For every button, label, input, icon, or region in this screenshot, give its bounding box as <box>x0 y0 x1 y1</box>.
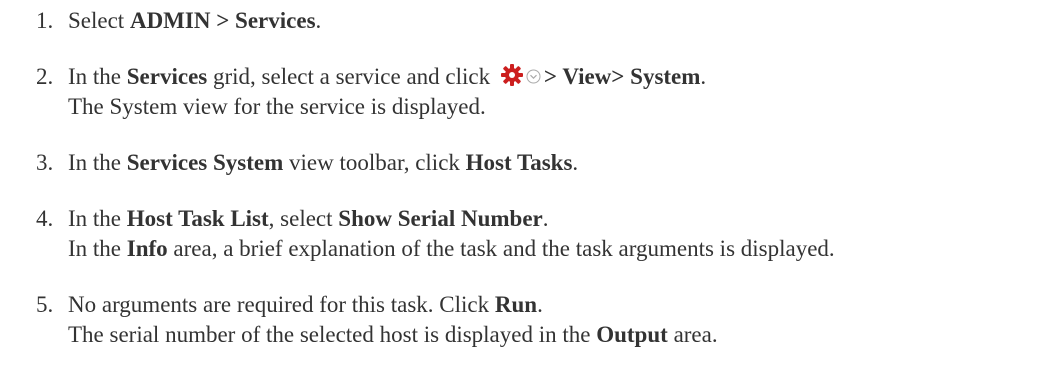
step-number: 2. <box>36 64 54 89</box>
procedure-steps: 1. Select ADMIN > Services. 2. In the Serv… <box>0 0 1049 366</box>
step-2: 2. In the Services grid, select a service… <box>36 62 706 122</box>
step-1: 1. Select ADMIN > Services. <box>36 6 321 36</box>
step-3-line-1: 3. In the Services System view toolbar, c… <box>36 148 578 178</box>
step-4-line-2: In the Info area, a brief explanation of… <box>68 236 835 261</box>
ui-term: Show Serial Number <box>338 206 543 231</box>
gear-icon <box>500 63 524 87</box>
ui-term: Host Task List <box>126 206 269 231</box>
ui-term: Info <box>126 236 168 261</box>
menu-path: > View> System <box>543 64 701 89</box>
ui-term: Run <box>494 292 538 317</box>
ui-term: Services System <box>126 150 284 175</box>
step-5-line-2: The serial number of the selected host i… <box>68 322 718 347</box>
step-3: 3. In the Services System view toolbar, c… <box>36 148 578 178</box>
step-4-line-1: 4. In the Host Task List, select Show Ser… <box>36 204 835 234</box>
step-2-line-1: 2. In the Services grid, select a service… <box>36 62 706 92</box>
step-number: 5. <box>36 292 54 317</box>
step-number: 1. <box>36 8 54 33</box>
ui-term: Host Tasks <box>465 150 573 175</box>
menu-path: ADMIN > Services <box>129 8 316 33</box>
step-number: 4. <box>36 206 54 231</box>
step-2-line-2: The System view for the service is displ… <box>68 94 486 119</box>
step-number: 3. <box>36 150 54 175</box>
chevron-down-circle-icon <box>526 62 541 84</box>
step-5: 5. No arguments are required for this tas… <box>36 290 718 350</box>
step-5-line-1: 5. No arguments are required for this tas… <box>36 290 718 320</box>
step-1-line-1: 1. Select ADMIN > Services. <box>36 6 321 36</box>
ui-term: Output <box>596 322 668 347</box>
step-4: 4. In the Host Task List, select Show Ser… <box>36 204 835 264</box>
ui-term: Services <box>126 64 208 89</box>
